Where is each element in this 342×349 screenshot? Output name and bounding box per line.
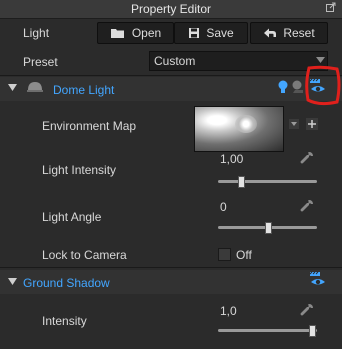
open-label: Open — [131, 26, 162, 40]
open-button[interactable]: Open — [97, 22, 174, 44]
collapse-triangle-icon[interactable] — [8, 84, 17, 92]
divider — [0, 267, 342, 268]
dome-light-icon — [27, 82, 43, 92]
floppy-disk-icon — [189, 28, 200, 38]
environment-map-label: Environment Map — [42, 119, 137, 133]
collapse-triangle-icon[interactable] — [8, 278, 17, 286]
add-icon[interactable] — [306, 118, 318, 130]
light-bulb-icon[interactable] — [278, 80, 288, 94]
window-title: Property Editor — [130, 2, 212, 16]
ground-shadow-intensity-slider-handle[interactable] — [309, 325, 317, 337]
light-angle-label: Light Angle — [42, 210, 102, 224]
divider — [0, 75, 342, 76]
chevron-down-icon[interactable] — [289, 119, 299, 129]
ground-shadow-title: Ground Shadow — [23, 276, 110, 290]
undo-arrow-icon — [264, 28, 277, 38]
lock-to-camera-value: Off — [236, 248, 252, 262]
dome-light-title: Dome Light — [53, 83, 115, 97]
wrench-icon[interactable] — [300, 199, 314, 213]
light-label: Light — [23, 26, 50, 40]
preset-value: Custom — [154, 54, 196, 68]
visibility-eye-icon[interactable] — [309, 271, 327, 287]
wrench-icon[interactable] — [300, 151, 314, 165]
folder-icon — [110, 29, 124, 38]
lock-to-camera-checkbox[interactable] — [218, 248, 231, 261]
save-label: Save — [206, 26, 234, 40]
light-intensity-value[interactable]: 1,00 — [220, 152, 243, 166]
highlight-annotation — [305, 65, 341, 106]
ground-shadow-intensity-value[interactable]: 1,0 — [220, 304, 237, 318]
preset-label: Preset — [23, 55, 58, 69]
lock-to-camera-label: Lock to Camera — [42, 248, 127, 262]
environment-map-thumbnail[interactable] — [194, 106, 284, 152]
light-intensity-slider-handle[interactable] — [238, 176, 246, 188]
title-bar: Property Editor — [0, 0, 342, 19]
light-angle-value[interactable]: 0 — [220, 200, 227, 214]
save-button[interactable]: Save — [174, 22, 248, 44]
dome-light-section-header[interactable] — [0, 77, 342, 101]
ground-shadow-intensity-label: Intensity — [42, 314, 87, 328]
reset-button[interactable]: Reset — [250, 22, 328, 44]
wrench-icon[interactable] — [300, 303, 314, 317]
light-angle-slider-handle[interactable] — [264, 222, 272, 234]
light-intensity-slider[interactable] — [218, 180, 317, 183]
light-intensity-label: Light Intensity — [42, 163, 117, 177]
ground-shadow-intensity-slider[interactable] — [218, 329, 317, 332]
reset-label: Reset — [283, 26, 315, 40]
popout-icon[interactable] — [326, 2, 336, 12]
chevron-down-icon — [316, 57, 325, 63]
